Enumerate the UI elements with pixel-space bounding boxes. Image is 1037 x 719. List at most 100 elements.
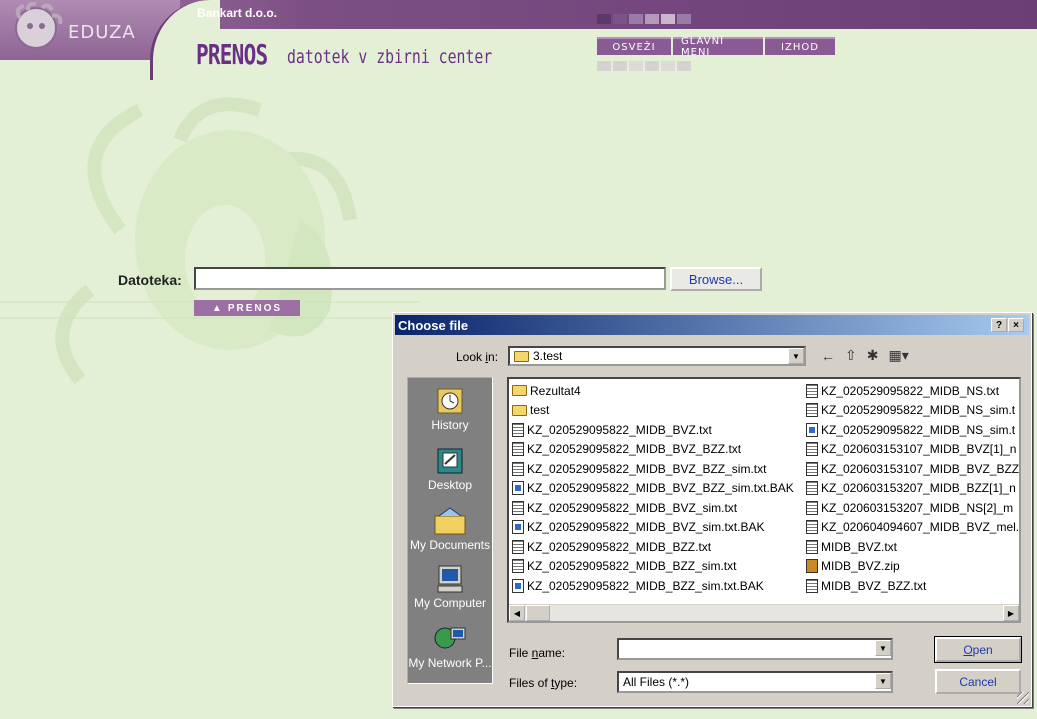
triangle-up-icon: ▲ [211, 302, 224, 314]
file-list-item[interactable]: KZ_020529095822_MIDB_BVZ.txt [512, 420, 794, 440]
file-name: KZ_020529095822_MIDB_BVZ_sim.txt.BAK [527, 520, 765, 535]
place-my-documents[interactable]: My Documents [408, 506, 492, 552]
text-file-icon [806, 578, 818, 593]
scroll-left-icon[interactable]: ◀ [509, 605, 525, 621]
place-label: My Documents [409, 538, 491, 552]
file-list-item[interactable]: MIDB_BVZ.zip [806, 557, 1019, 577]
text-file-icon [512, 422, 524, 437]
file-list-item[interactable]: KZ_020529095822_MIDB_BZZ.txt [512, 537, 794, 557]
chevron-down-icon[interactable]: ▼ [875, 673, 891, 689]
text-file-icon [512, 559, 524, 574]
file-name: MIDB_BVZ.txt [821, 539, 898, 554]
file-type-select[interactable]: All Files (*.*) ▼ [617, 671, 893, 693]
file-name-input[interactable]: ▼ [617, 638, 893, 660]
dialog-titlebar[interactable]: Choose file ? × [395, 315, 1029, 335]
file-list-item[interactable]: KZ_020529095822_MIDB_BVZ_sim.txt [512, 498, 794, 518]
file-list-item[interactable]: KZ_020529095822_MIDB_BZZ_sim.txt.BAK [512, 576, 794, 596]
file-type-value: All Files (*.*) [623, 675, 690, 689]
dialog-toolbar: ← ⇧ ✱ ▦▾ [821, 347, 909, 364]
file-name: MIDB_BVZ_BZZ.txt [821, 578, 927, 593]
file-list-item[interactable]: KZ_020529095822_MIDB_BVZ_BZZ.txt [512, 440, 794, 460]
file-list-item[interactable]: KZ_020529095822_MIDB_BZZ_sim.txt [512, 557, 794, 577]
file-list-item[interactable]: KZ_020529095822_MIDB_NS_sim.t [806, 420, 1019, 440]
horizontal-scrollbar[interactable]: ◀ ▶ [509, 604, 1019, 621]
choose-file-dialog: Choose file ? × Look in: 3.test ▼ ← ⇧ ✱ … [392, 312, 1032, 707]
refresh-button[interactable]: OSVEŽI [597, 37, 671, 55]
file-list-item[interactable]: MIDB_BVZ_BZZ.txt [806, 576, 1019, 596]
file-name: KZ_020529095822_MIDB_BZZ_sim.txt [527, 559, 737, 574]
file-name: KZ_020529095822_MIDB_BVZ_BZZ.txt [527, 442, 742, 457]
file-name: MIDB_BVZ.zip [821, 559, 900, 574]
close-button[interactable]: × [1008, 318, 1024, 332]
up-folder-icon[interactable]: ⇧ [845, 347, 857, 364]
text-file-icon [512, 500, 524, 515]
view-menu-icon[interactable]: ▦▾ [888, 347, 908, 364]
browse-button[interactable]: Browse... [670, 267, 762, 291]
file-list-item[interactable]: MIDB_BVZ.txt [806, 537, 1019, 557]
look-in-select[interactable]: 3.test ▼ [508, 346, 806, 366]
folder-icon [512, 385, 527, 397]
upload-button[interactable]: ▲ PRENOS [194, 300, 300, 316]
chevron-down-icon[interactable]: ▼ [875, 640, 891, 656]
exit-button[interactable]: IZHOD [765, 37, 835, 55]
file-list[interactable]: Rezultat4 test KZ_020529095822_MIDB_BVZ.tx… [507, 377, 1021, 623]
file-name: KZ_020529095822_MIDB_BVZ_BZZ_sim.txt [527, 461, 767, 476]
file-name: KZ_020604094607_MIDB_BVZ_mel. [821, 520, 1020, 535]
look-in-value: 3.test [533, 349, 563, 363]
bak-file-icon [512, 578, 524, 593]
chevron-down-icon[interactable]: ▼ [788, 348, 804, 364]
desktop-icon [437, 448, 463, 474]
cancel-button[interactable]: Cancel [935, 669, 1021, 694]
file-list-item[interactable]: KZ_020603153207_MIDB_NS[2]_m [806, 498, 1019, 518]
open-button[interactable]: Open [934, 636, 1022, 663]
file-name: KZ_020529095822_MIDB_BZZ.txt [527, 539, 712, 554]
place-my-computer[interactable]: My Computer [408, 564, 492, 610]
medusa-logo-icon [15, 2, 63, 49]
file-name: KZ_020603153207_MIDB_BZZ[1]_n [821, 481, 1016, 496]
place-history[interactable]: History [408, 386, 492, 432]
file-type-label: Files of type: [509, 676, 578, 690]
file-list-item[interactable]: KZ_020529095822_MIDB_BVZ_BZZ_sim.txt [512, 459, 794, 479]
file-name: Rezultat4 [530, 383, 581, 398]
help-button[interactable]: ? [991, 318, 1007, 332]
place-network[interactable]: My Network P... [408, 624, 492, 670]
network-icon [434, 627, 466, 649]
place-label: My Network P... [408, 656, 492, 670]
new-folder-icon[interactable]: ✱ [867, 347, 879, 364]
scroll-right-icon[interactable]: ▶ [1003, 605, 1019, 621]
file-name: KZ_020603153207_MIDB_NS[2]_m [821, 500, 1014, 515]
look-in-label: Look in: [456, 350, 499, 364]
file-path-input[interactable] [194, 267, 666, 290]
file-name: KZ_020603153107_MIDB_BVZ_BZZ [821, 461, 1020, 476]
file-list-item[interactable]: KZ_020603153107_MIDB_BVZ_BZZ [806, 459, 1019, 479]
file-list-item[interactable]: KZ_020604094607_MIDB_BVZ_mel. [806, 518, 1019, 538]
file-list-item[interactable]: KZ_020529095822_MIDB_NS.txt [806, 381, 1019, 401]
file-list-item[interactable]: KZ_020529095822_MIDB_BVZ_sim.txt.BAK [512, 518, 794, 538]
text-file-icon [806, 383, 818, 398]
file-name: KZ_020529095822_MIDB_BVZ_sim.txt [527, 500, 738, 515]
file-list-column: Rezultat4 test KZ_020529095822_MIDB_BVZ.tx… [512, 381, 794, 596]
file-list-item[interactable]: KZ_020603153207_MIDB_BZZ[1]_n [806, 479, 1019, 499]
file-name: KZ_020529095822_MIDB_BVZ.txt [527, 422, 712, 437]
file-list-item[interactable]: test [512, 401, 794, 421]
file-name: KZ_020529095822_MIDB_BVZ_BZZ_sim.txt.BAK [527, 481, 794, 496]
place-label: Desktop [427, 478, 473, 492]
dialog-title: Choose file [398, 318, 469, 333]
main-nav: OSVEŽI GLAVNI MENI IZHOD [597, 36, 835, 58]
resize-grip[interactable] [1017, 692, 1029, 704]
scroll-thumb[interactable] [526, 605, 550, 621]
text-file-icon [806, 442, 818, 457]
logo-text: EDUZA [68, 22, 136, 43]
file-list-item[interactable]: Rezultat4 [512, 381, 794, 401]
file-list-item[interactable]: KZ_020603153107_MIDB_BVZ[1]_n [806, 440, 1019, 460]
page-subtitle: datotek v zbirni center [287, 46, 493, 68]
bak-file-icon [512, 481, 524, 496]
main-menu-button[interactable]: GLAVNI MENI [673, 36, 763, 58]
back-arrow-icon[interactable]: ← [821, 348, 835, 364]
text-file-icon [806, 461, 818, 476]
decorative-pixel-strip-bottom [597, 61, 691, 71]
file-list-item[interactable]: KZ_020529095822_MIDB_NS_sim.t [806, 401, 1019, 421]
file-list-item[interactable]: KZ_020529095822_MIDB_BVZ_BZZ_sim.txt.BAK [512, 479, 794, 499]
place-desktop[interactable]: Desktop [408, 446, 492, 492]
company-name: Bankart d.o.o. [197, 6, 278, 20]
